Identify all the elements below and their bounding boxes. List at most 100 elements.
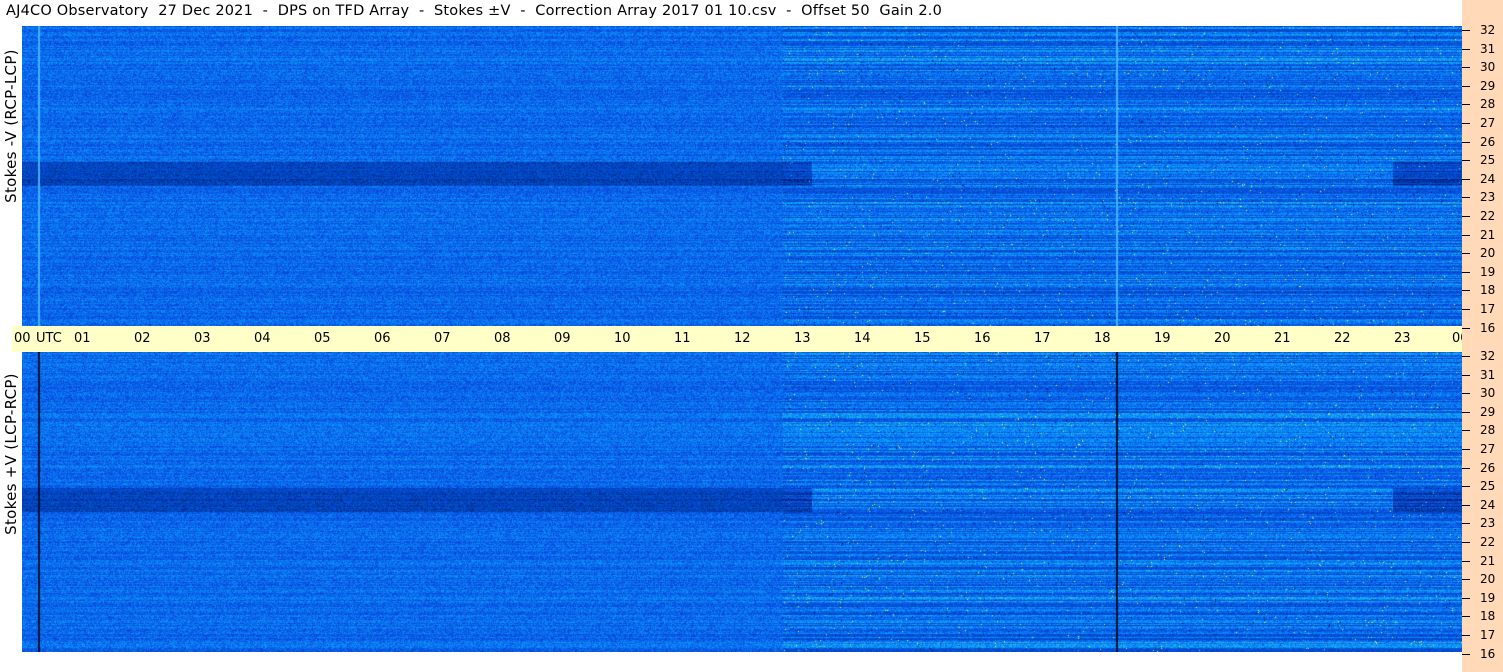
time-label: 10 — [614, 331, 631, 346]
frequency-tick — [1462, 67, 1470, 69]
frequency-label: 16 — [1480, 646, 1496, 661]
time-label: 03 — [194, 331, 211, 346]
time-label: 19 — [1154, 331, 1171, 346]
frequency-label: 19 — [1480, 590, 1496, 605]
time-label: 22 — [1334, 331, 1351, 346]
time-label: 05 — [314, 331, 331, 346]
time-label: 18 — [1094, 331, 1111, 346]
frequency-tick — [1462, 271, 1470, 273]
frequency-label: 30 — [1480, 60, 1496, 75]
time-label: 06 — [374, 331, 391, 346]
spectrogram-top-canvas — [22, 26, 1462, 326]
frequency-tick — [1462, 653, 1470, 655]
time-label: 20 — [1214, 331, 1231, 346]
frequency-tick — [1462, 411, 1470, 413]
frequency-label: 26 — [1480, 460, 1496, 475]
frequency-tick — [1462, 178, 1470, 180]
frequency-tick — [1462, 290, 1470, 292]
frequency-label: 22 — [1480, 209, 1496, 223]
frequency-tick — [1462, 635, 1470, 636]
time-label: UTC — [36, 331, 62, 346]
frequency-tick — [1462, 597, 1470, 599]
window-title: AJ4CO Observatory 27 Dec 2021 - DPS on T… — [6, 3, 943, 19]
frequency-tick — [1462, 374, 1470, 376]
time-label: 17 — [1034, 331, 1051, 346]
frequency-label: 26 — [1480, 134, 1496, 149]
time-label: 11 — [674, 331, 691, 346]
frequency-label: 19 — [1480, 264, 1496, 279]
frequency-label: 27 — [1480, 116, 1496, 130]
frequency-tick — [1462, 467, 1470, 469]
frequency-label: 32 — [1480, 349, 1496, 363]
frequency-label: 17 — [1480, 302, 1496, 316]
frequency-tick — [1462, 216, 1470, 217]
frequency-tick — [1462, 430, 1470, 432]
time-label: 12 — [734, 331, 751, 346]
top-panel-label: Stokes -V (RCP-LCP) — [2, 49, 20, 203]
time-label: 13 — [794, 331, 811, 346]
frequency-label: 25 — [1480, 153, 1496, 168]
frequency-label: 20 — [1480, 572, 1496, 587]
frequency-tick — [1462, 48, 1470, 50]
frequency-label: 32 — [1480, 23, 1496, 37]
frequency-label: 29 — [1480, 404, 1496, 419]
time-axis: 00 UTC 01 02 03 04 05 06 07 08 09 10 11 12 13 14 15 16 17 1… — [12, 326, 1498, 352]
time-label: 04 — [254, 331, 271, 346]
frequency-tick — [1462, 253, 1470, 255]
spectrogram-top — [22, 26, 1462, 326]
frequency-tick — [1462, 160, 1470, 162]
time-label: 09 — [554, 331, 571, 346]
frequency-label: 25 — [1480, 479, 1496, 494]
frequency-label: 22 — [1480, 535, 1496, 549]
frequency-label: 27 — [1480, 442, 1496, 456]
frequency-label: 18 — [1480, 609, 1496, 624]
frequency-tick — [1462, 393, 1470, 395]
frequency-label: 28 — [1480, 97, 1496, 112]
frequency-tick — [1462, 327, 1470, 329]
frequency-tick — [1462, 579, 1470, 581]
frequency-tick — [1462, 30, 1470, 31]
frequency-tick — [1462, 123, 1470, 124]
time-label: 02 — [134, 331, 151, 346]
frequency-tick — [1462, 523, 1470, 525]
frequency-tick — [1462, 504, 1470, 506]
spectrogram-bottom-canvas — [22, 352, 1462, 652]
time-label: 21 — [1274, 331, 1291, 346]
time-label: 08 — [494, 331, 511, 346]
frequency-tick — [1462, 449, 1470, 450]
frequency-axis: 32 31 30 29 28 27 26 25 24 23 22 21 20 19 18 17 16 32 31 30… — [1462, 0, 1503, 672]
frequency-label: 16 — [1480, 320, 1496, 335]
time-label: 15 — [914, 331, 931, 346]
frequency-label: 23 — [1480, 516, 1496, 531]
frequency-label: 18 — [1480, 283, 1496, 298]
frequency-label: 20 — [1480, 246, 1496, 261]
time-label: 23 — [1394, 331, 1411, 346]
bottom-panel-label: Stokes +V (LCP-RCP) — [2, 373, 20, 535]
frequency-label: 17 — [1480, 628, 1496, 642]
time-label: 07 — [434, 331, 451, 346]
frequency-tick — [1462, 616, 1470, 618]
frequency-tick — [1462, 85, 1470, 87]
frequency-label: 29 — [1480, 78, 1496, 93]
spectrogram-bottom — [22, 352, 1462, 652]
frequency-label: 28 — [1480, 423, 1496, 438]
frequency-tick — [1462, 542, 1470, 543]
frequency-label: 31 — [1480, 367, 1496, 382]
frequency-tick — [1462, 141, 1470, 143]
frequency-tick — [1462, 486, 1470, 488]
time-label: 14 — [854, 331, 871, 346]
frequency-label: 31 — [1480, 41, 1496, 56]
frequency-label: 24 — [1480, 171, 1496, 186]
frequency-label: 23 — [1480, 190, 1496, 205]
frequency-label: 21 — [1480, 227, 1496, 242]
frequency-label: 21 — [1480, 553, 1496, 568]
frequency-tick — [1462, 560, 1470, 562]
frequency-tick — [1462, 356, 1470, 357]
frequency-tick — [1462, 197, 1470, 199]
time-label: 16 — [974, 331, 991, 346]
frequency-tick — [1462, 104, 1470, 106]
time-label: 01 — [74, 331, 91, 346]
frequency-tick — [1462, 234, 1470, 236]
frequency-label: 30 — [1480, 386, 1496, 401]
frequency-tick — [1462, 309, 1470, 310]
